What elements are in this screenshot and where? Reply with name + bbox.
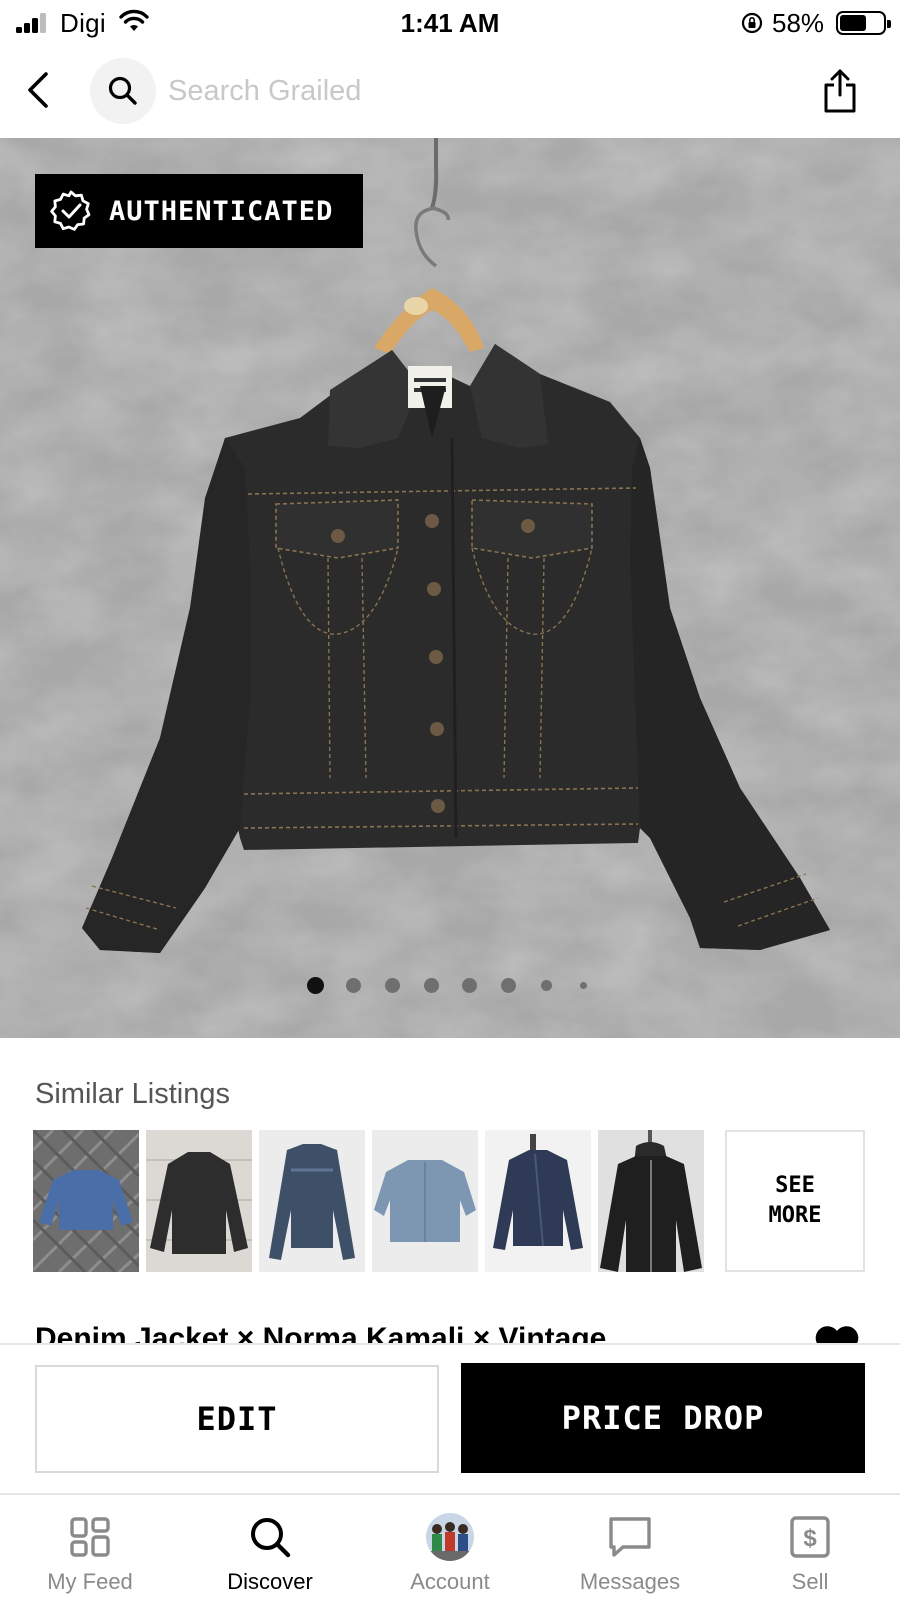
- rotation-lock-icon: [741, 12, 763, 34]
- similar-listing-thumbnail[interactable]: [146, 1130, 252, 1272]
- carousel-page-indicator[interactable]: [0, 976, 900, 996]
- authenticated-label: AUTHENTICATED: [109, 195, 334, 227]
- similar-listing-thumbnail[interactable]: [485, 1130, 591, 1272]
- grid-icon: [70, 1517, 110, 1557]
- tab-my-feed[interactable]: My Feed: [0, 1495, 180, 1600]
- similar-listing-thumbnail[interactable]: [598, 1130, 704, 1272]
- tab-sell[interactable]: $ Sell: [720, 1495, 900, 1600]
- tab-label: Account: [410, 1569, 490, 1594]
- dollar-tag-icon: $: [790, 1516, 830, 1558]
- tab-label: My Feed: [47, 1569, 133, 1594]
- svg-text:$: $: [803, 1525, 817, 1552]
- carousel-dot[interactable]: [580, 982, 587, 989]
- carousel-dot[interactable]: [462, 978, 477, 993]
- product-photo-jacket: [82, 138, 830, 953]
- avatar: [426, 1513, 474, 1561]
- chat-bubble-icon: [609, 1517, 651, 1557]
- back-button[interactable]: [18, 68, 58, 112]
- tab-discover[interactable]: Discover: [180, 1495, 360, 1600]
- share-button[interactable]: [818, 66, 862, 116]
- tab-messages[interactable]: Messages: [540, 1495, 720, 1600]
- top-navigation: [0, 46, 900, 138]
- similar-listing-thumbnail[interactable]: [259, 1130, 365, 1272]
- battery-icon: [836, 11, 891, 35]
- search-button[interactable]: [90, 58, 156, 124]
- carousel-dot[interactable]: [541, 980, 552, 991]
- tab-label: Messages: [579, 1569, 681, 1594]
- search-icon: [108, 76, 137, 105]
- bottom-tab-bar: My Feed Discover Account Messages $ Sell: [0, 1493, 900, 1600]
- search-input[interactable]: [168, 74, 728, 108]
- carousel-dot[interactable]: [424, 978, 439, 993]
- chevron-left-icon: [28, 72, 48, 108]
- verified-check-icon: [50, 190, 91, 231]
- search-icon: [251, 1518, 291, 1558]
- tab-label: Discover: [227, 1569, 313, 1594]
- tab-account[interactable]: Account: [360, 1495, 540, 1600]
- similar-listings-heading: Similar Listings: [35, 1078, 230, 1110]
- product-image-carousel[interactable]: AUTHENTICATED: [0, 138, 900, 1038]
- battery-percent: 58%: [772, 8, 825, 38]
- share-icon: [824, 69, 856, 113]
- listing-action-bar: EDIT PRICE DROP: [0, 1343, 900, 1493]
- price-drop-button[interactable]: PRICE DROP: [461, 1363, 865, 1473]
- carousel-dot-active[interactable]: [307, 977, 324, 994]
- search-bar[interactable]: [90, 58, 770, 124]
- similar-listing-thumbnail[interactable]: [33, 1130, 139, 1272]
- similar-listing-thumbnail[interactable]: [372, 1130, 478, 1272]
- status-bar: Digi 1:41 AM 58%: [0, 0, 900, 46]
- carousel-dot[interactable]: [501, 978, 516, 993]
- edit-button[interactable]: EDIT: [35, 1365, 439, 1473]
- authenticated-badge: AUTHENTICATED: [35, 174, 363, 248]
- see-more-button[interactable]: SEE MORE: [725, 1130, 865, 1272]
- carousel-dot[interactable]: [385, 978, 400, 993]
- carousel-dot[interactable]: [346, 978, 361, 993]
- clock: 1:41 AM: [400, 8, 500, 38]
- tab-label: Sell: [791, 1569, 829, 1594]
